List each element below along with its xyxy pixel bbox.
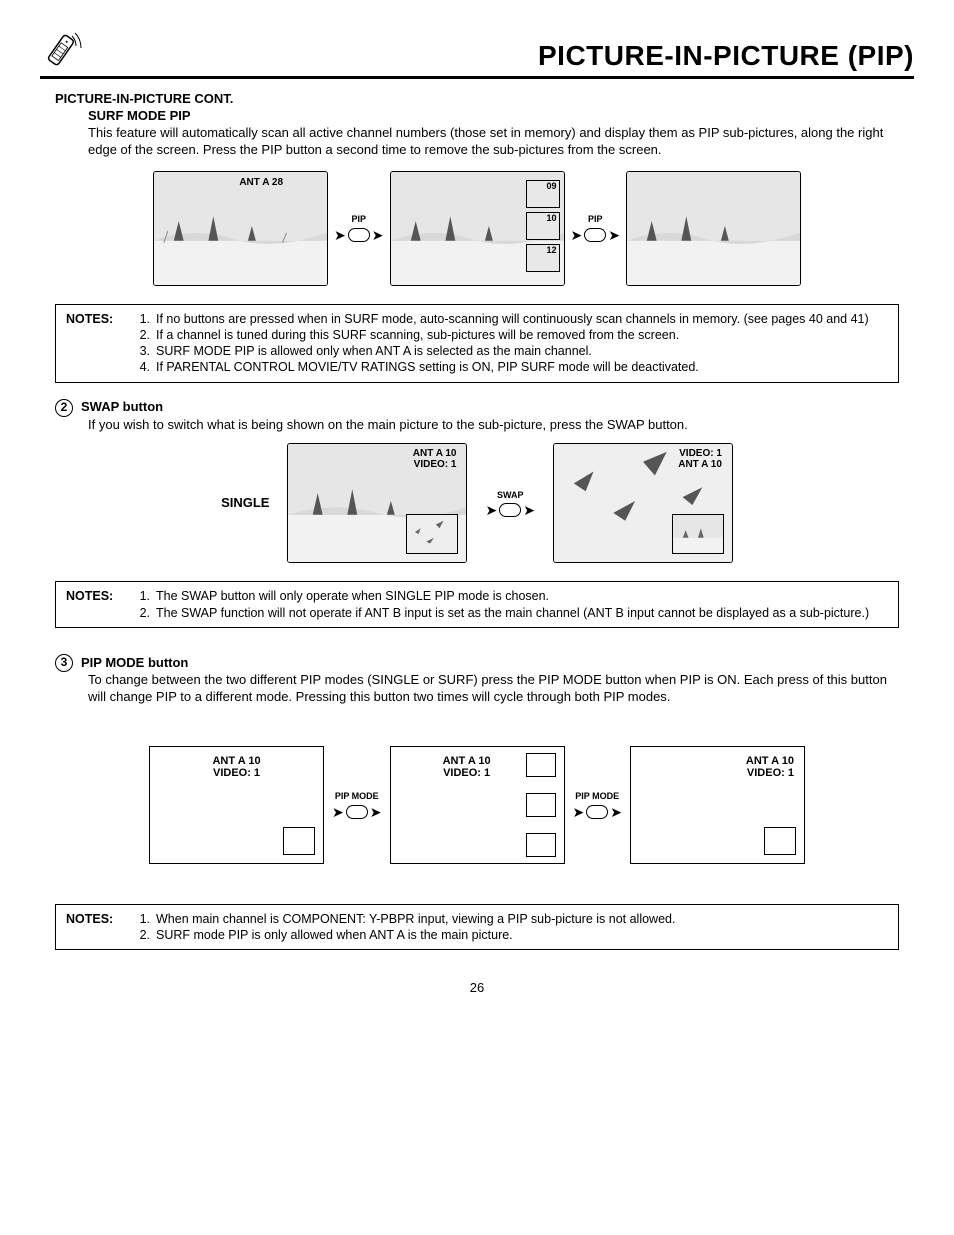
arrow-icon: ➤ — [608, 228, 620, 242]
pip-sub-3: 12 — [526, 244, 560, 272]
pip-mode-label: PIP MODE — [575, 791, 619, 803]
heading-pip-cont: PICTURE-IN-PICTURE CONT. — [55, 91, 914, 108]
mode-title: PIP MODE button — [81, 655, 188, 672]
swap-button-label: SWAP — [497, 490, 524, 502]
pip-button[interactable] — [348, 228, 370, 242]
page-number: 26 — [40, 980, 914, 997]
mode-surf-sub — [526, 793, 556, 817]
swap-button-group: SWAP ➤ ➤ — [485, 490, 534, 518]
pip-mode-button[interactable] — [346, 805, 368, 819]
osd-ant-a-28: ANT A 28 — [239, 176, 283, 189]
surf-diagram: ANT A 28 PIP ➤ ➤ 09 10 12 PIP ➤ ➤ — [40, 171, 914, 286]
osd-left-l1: ANT A 10 — [413, 448, 457, 459]
osd-right-l1: VIDEO: 1 — [679, 448, 722, 459]
mode-tv-2: ANT A 10 VIDEO: 1 — [390, 746, 565, 864]
tv-with-pips: 09 10 12 — [390, 171, 565, 286]
single-label: SINGLE — [221, 495, 269, 512]
mode-surf-sub — [526, 753, 556, 777]
mode-tv-1: ANT A 10 VIDEO: 1 — [149, 746, 324, 864]
swap-diagram: SINGLE ANT A 10 VIDEO: 1 SWAP ➤ ➤ VIDEO: … — [40, 443, 914, 563]
tv-after — [626, 171, 801, 286]
surf-body: This feature will automatically scan all… — [88, 125, 904, 159]
arrow-icon: ➤ — [334, 228, 346, 242]
swap-button[interactable] — [499, 503, 521, 517]
pip-mode-button[interactable] — [586, 805, 608, 819]
pip-button-group: PIP ➤ ➤ — [334, 214, 383, 242]
swap-body: If you wish to switch what is being show… — [88, 417, 904, 434]
mode-sub-1 — [283, 827, 315, 855]
pip-button-label: PIP — [352, 214, 367, 226]
notes-label: NOTES: — [66, 588, 128, 621]
arrow-icon: ➤ — [332, 805, 344, 819]
pip-button-label: PIP — [588, 214, 603, 226]
osd-right-l2: ANT A 10 — [678, 459, 722, 470]
arrow-icon: ➤ — [372, 228, 384, 242]
mode-heading: 3 PIP MODE button — [55, 654, 914, 672]
arrow-icon: ➤ — [573, 805, 585, 819]
tv-before: ANT A 28 — [153, 171, 328, 286]
pip-sub-right — [672, 514, 724, 554]
heading-surf: SURF MODE PIP — [88, 108, 914, 125]
mode-notes: NOTES: 1.When main channel is COMPONENT:… — [55, 904, 899, 951]
notes-label: NOTES: — [66, 911, 128, 944]
header-band: PICTURE-IN-PICTURE (PIP) — [40, 30, 914, 79]
notes-label: NOTES: — [66, 311, 128, 376]
mode-tv-3: ANT A 10 VIDEO: 1 — [630, 746, 805, 864]
step-2-badge: 2 — [55, 399, 73, 417]
swap-title: SWAP button — [81, 399, 163, 416]
swap-notes: NOTES: 1.The SWAP button will only opera… — [55, 581, 899, 628]
mode-sub-3 — [764, 827, 796, 855]
pip-sub-2: 10 — [526, 212, 560, 240]
mode-surf-sub — [526, 833, 556, 857]
swap-tv-left: ANT A 10 VIDEO: 1 — [287, 443, 467, 563]
arrow-icon: ➤ — [571, 228, 583, 242]
arrow-icon: ➤ — [485, 503, 497, 517]
mode-body: To change between the two different PIP … — [88, 672, 904, 706]
pip-button[interactable] — [584, 228, 606, 242]
arrow-icon: ➤ — [610, 805, 622, 819]
pip-mode-button-group: PIP MODE ➤ ➤ — [332, 791, 381, 819]
pip-sub-left — [406, 514, 458, 554]
mode-diagram: ANT A 10 VIDEO: 1 PIP MODE ➤ ➤ ANT A 10 V… — [40, 746, 914, 864]
pip-mode-button-group-2: PIP MODE ➤ ➤ — [573, 791, 622, 819]
step-3-badge: 3 — [55, 654, 73, 672]
osd-left-l2: VIDEO: 1 — [414, 459, 457, 470]
pip-mode-label: PIP MODE — [335, 791, 379, 803]
arrow-icon: ➤ — [523, 503, 535, 517]
pip-sub-1: 09 — [526, 180, 560, 208]
swap-tv-right: VIDEO: 1 ANT A 10 — [553, 443, 733, 563]
remote-icon — [40, 30, 84, 74]
swap-heading: 2 SWAP button — [55, 399, 914, 417]
arrow-icon: ➤ — [370, 805, 382, 819]
page-title: PICTURE-IN-PICTURE (PIP) — [538, 38, 914, 74]
pip-button-group-2: PIP ➤ ➤ — [571, 214, 620, 242]
surf-notes: NOTES: 1.If no buttons are pressed when … — [55, 304, 899, 383]
